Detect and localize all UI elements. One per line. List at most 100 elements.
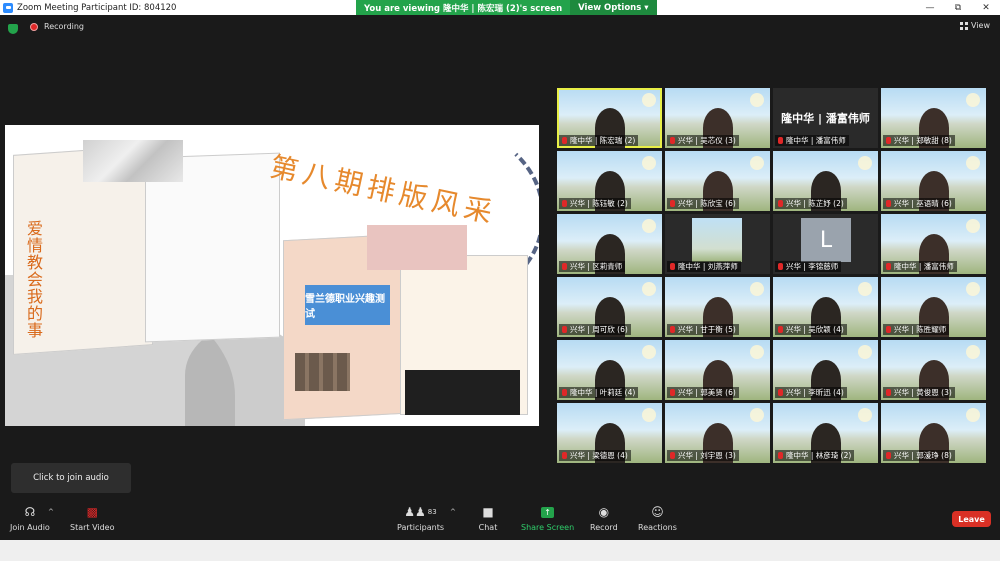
background-sun	[750, 408, 764, 422]
background-sun	[966, 408, 980, 422]
participant-tile[interactable]: 隆中华 | 陈宏瑞 (2)	[557, 88, 662, 148]
background-sun	[642, 219, 656, 233]
participant-tile[interactable]: 兴华 | 郭美贤 (6)	[665, 340, 770, 400]
recording-label: Recording	[44, 22, 85, 31]
participant-tile[interactable]: 兴华 | 陈胜耀师	[881, 277, 986, 337]
participant-name: 兴华 | 甘于衡 (5)	[678, 325, 736, 334]
zoom-logo-icon	[3, 2, 13, 13]
background-sun	[858, 282, 872, 296]
background-sun	[642, 156, 656, 170]
participant-tile[interactable]: 隆中华 | 潘富伟师 隆中华 | 潘富伟师	[773, 88, 878, 148]
participant-count: 83	[427, 508, 437, 516]
participant-tile[interactable]: 兴华 | 陈钰敏 (2)	[557, 151, 662, 211]
participant-name: 兴华 | 郭美贤 (6)	[678, 388, 736, 397]
participant-name: 兴华 | 周可欣 (6)	[570, 325, 628, 334]
shared-screen: 爱情教会我的事 雪兰德职业兴趣测试 第八期排版风采	[5, 125, 539, 426]
background-sun	[750, 93, 764, 107]
participant-tile[interactable]: 兴华 | 李昕迅 (4)	[773, 340, 878, 400]
background-sun	[642, 345, 656, 359]
recording-dot-icon	[30, 22, 38, 31]
chat-button[interactable]: ■ Chat	[478, 504, 498, 538]
participant-tile[interactable]: 兴华 | 吴欣颖 (4)	[773, 277, 878, 337]
participant-name: 隆中华 | 叶莉廷 (4)	[570, 388, 636, 397]
participant-tile[interactable]: 兴华 | 吴芯仪 (3)	[665, 88, 770, 148]
participant-nametag: 兴华 | 李锦慈师	[775, 261, 842, 272]
participant-tile[interactable]: 兴华 | 甘于衡 (5)	[665, 277, 770, 337]
background-sun	[966, 219, 980, 233]
participant-name: 兴华 | 区莉青师	[570, 262, 623, 271]
security-shield-icon[interactable]	[8, 24, 18, 34]
participant-tile[interactable]: 兴华 | 陈欣宝 (6)	[665, 151, 770, 211]
participant-tile[interactable]: 隆中华 | 潘富伟师	[881, 214, 986, 274]
bottom-strip	[0, 540, 1000, 561]
record-button[interactable]: ◉ Record	[590, 504, 618, 538]
participant-nametag: 兴华 | 区莉青师	[559, 261, 626, 272]
participant-nametag: 隆中华 | 潘富伟师	[883, 261, 957, 272]
join-audio-tooltip[interactable]: Click to join audio	[11, 463, 131, 493]
participant-tile[interactable]: 兴华 | 陈芷妤 (2)	[773, 151, 878, 211]
window-controls: — ⧉ ✕	[916, 0, 1000, 15]
participant-tile[interactable]: 兴华 | 刘宇恩 (3)	[665, 403, 770, 463]
reactions-icon: ☺	[651, 505, 664, 519]
participant-nametag: 隆中华 | 林彦琦 (2)	[775, 450, 855, 461]
muted-mic-icon	[778, 200, 783, 207]
participant-tile[interactable]: 隆中华 | 林彦琦 (2)	[773, 403, 878, 463]
background-sun	[858, 408, 872, 422]
marble-paper	[83, 140, 183, 182]
view-button[interactable]: View	[960, 21, 990, 30]
participants-button[interactable]: ♟♟ 83 Participants	[397, 504, 444, 538]
participant-name: 隆中华 | 刘燕萍师	[678, 262, 738, 271]
participants-caret[interactable]: ^	[450, 508, 456, 516]
participants-icon: ♟♟ 83	[404, 505, 437, 519]
reactions-label: Reactions	[638, 523, 677, 532]
participant-tile[interactable]: 兴华 | 周可欣 (6)	[557, 277, 662, 337]
participant-tile[interactable]: 兴华 | 郑敏甜 (8)	[881, 88, 986, 148]
participant-nametag: 隆中华 | 叶莉廷 (4)	[559, 387, 639, 398]
join-audio-button[interactable]: ☊ Join Audio	[10, 504, 50, 538]
participant-tile[interactable]: 兴华 | 巫语晴 (6)	[881, 151, 986, 211]
participant-gallery: 隆中华 | 陈宏瑞 (2) 兴华 | 吴芯仪 (3) 隆中华 | 潘富伟师 隆中华 |…	[557, 88, 989, 464]
participant-name: 兴华 | 陈钰敏 (2)	[570, 199, 628, 208]
background-sun	[966, 156, 980, 170]
participant-name: 兴华 | 李昕迅 (4)	[786, 388, 844, 397]
muted-mic-icon	[562, 389, 567, 396]
participant-tile[interactable]: 兴华 | 郭湲琤 (8)	[881, 403, 986, 463]
muted-mic-icon	[886, 200, 891, 207]
audio-options-caret[interactable]: ^	[48, 508, 54, 516]
muted-mic-icon	[886, 389, 891, 396]
background-sun	[750, 156, 764, 170]
participant-nametag: 兴华 | 吴欣颖 (4)	[775, 324, 847, 335]
join-audio-label: Join Audio	[10, 523, 50, 532]
participant-video	[692, 218, 742, 262]
reactions-button[interactable]: ☺ Reactions	[638, 504, 677, 538]
muted-mic-icon	[670, 389, 675, 396]
participant-name: 隆中华 | 林彦琦 (2)	[786, 451, 852, 460]
chat-icon: ■	[482, 505, 494, 519]
participant-tile[interactable]: 兴华 | 梁德恩 (4)	[557, 403, 662, 463]
close-window-button[interactable]: ✕	[972, 0, 1000, 15]
minimize-button[interactable]: —	[916, 0, 944, 15]
grid-view-icon	[960, 21, 969, 30]
participant-nametag: 兴华 | 黄俊恩 (3)	[883, 387, 955, 398]
background-sun	[750, 345, 764, 359]
muted-mic-icon	[562, 137, 567, 144]
muted-mic-icon	[562, 326, 567, 333]
participant-name: 兴华 | 黄俊恩 (3)	[894, 388, 952, 397]
participant-tile[interactable]: 隆中华 | 叶莉廷 (4)	[557, 340, 662, 400]
participant-tile[interactable]: 兴华 | 黄俊恩 (3)	[881, 340, 986, 400]
muted-mic-icon	[562, 263, 567, 270]
participant-tile[interactable]: L 兴华 | 李锦慈师	[773, 214, 878, 274]
participant-tile[interactable]: 隆中华 | 刘燕萍师	[665, 214, 770, 274]
headphones-icon: ☊	[24, 505, 36, 519]
participant-tile[interactable]: 兴华 | 区莉青师	[557, 214, 662, 274]
start-video-button[interactable]: ▩ Start Video	[70, 504, 115, 538]
muted-mic-icon	[886, 452, 891, 459]
participant-nametag: 兴华 | 陈欣宝 (6)	[667, 198, 739, 209]
maximize-button[interactable]: ⧉	[944, 0, 972, 15]
leave-button[interactable]: Leave	[952, 511, 991, 527]
view-options-button[interactable]: View Options ▾	[570, 0, 657, 15]
participant-nametag: 兴华 | 陈芷妤 (2)	[775, 198, 847, 209]
stage-photo	[405, 370, 520, 415]
share-screen-button[interactable]: ↑ Share Screen	[521, 504, 574, 538]
pink-paper	[367, 225, 467, 270]
